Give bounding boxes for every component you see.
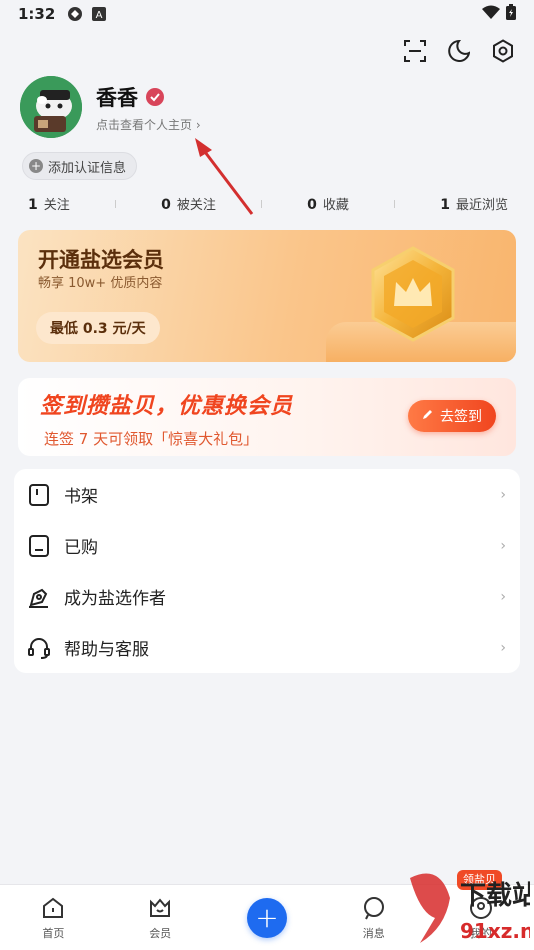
avatar[interactable] bbox=[20, 76, 82, 138]
menu-label: 成为盐选作者 bbox=[64, 589, 166, 609]
svg-text:91xz.net: 91xz.net bbox=[460, 919, 530, 943]
menu-label: 帮助与客服 bbox=[64, 640, 149, 660]
signin-title: 签到攒盐贝，优惠换会员 bbox=[40, 394, 294, 419]
signin-button-label: 去签到 bbox=[440, 409, 482, 425]
wifi-icon bbox=[482, 5, 500, 23]
purchased-icon bbox=[28, 534, 50, 557]
battery-icon bbox=[506, 4, 516, 24]
signin-promo-card[interactable]: 签到攒盐贝，优惠换会员 连签 7 天可领取「惊喜大礼包」 去签到 bbox=[18, 378, 516, 456]
bookshelf-icon bbox=[28, 483, 50, 506]
svg-text:下载站: 下载站 bbox=[460, 881, 530, 911]
verified-badge-icon bbox=[146, 88, 164, 106]
plus-icon: + bbox=[29, 159, 43, 173]
tab-vip[interactable]: 会员 bbox=[120, 895, 200, 941]
chevron-right-icon: › bbox=[500, 639, 506, 656]
svg-text:A: A bbox=[96, 10, 103, 21]
vip-price-button[interactable]: 最低 0.3 元/天 bbox=[36, 312, 160, 344]
chevron-right-icon: › bbox=[500, 537, 506, 554]
menu-list: 书架 › 已购 › 成为盐选作者 › 帮助与客服 › bbox=[14, 469, 520, 673]
menu-label: 已购 bbox=[64, 538, 98, 558]
menu-item-help[interactable]: 帮助与客服 › bbox=[14, 622, 520, 673]
tab-create[interactable]: + bbox=[227, 897, 307, 938]
headset-icon bbox=[28, 637, 50, 659]
signin-button[interactable]: 去签到 bbox=[408, 400, 496, 432]
app-notification-icon bbox=[67, 6, 83, 22]
vip-membership-card[interactable]: 开通盐选会员 畅享 10w+ 优质内容 最低 0.3 元/天 bbox=[18, 230, 516, 362]
add-certification-label: 添加认证信息 bbox=[48, 160, 127, 176]
username[interactable]: 香香 bbox=[96, 82, 138, 112]
tab-home-label: 首页 bbox=[42, 926, 65, 940]
divider bbox=[114, 199, 116, 208]
stat-followers[interactable]: 0 被关注 bbox=[161, 194, 216, 213]
scan-icon[interactable] bbox=[402, 38, 428, 64]
status-time: 1:32 bbox=[18, 5, 56, 23]
night-mode-icon[interactable] bbox=[446, 38, 472, 64]
tab-vip-label: 会员 bbox=[149, 926, 172, 940]
chevron-right-icon: › bbox=[500, 486, 506, 503]
settings-icon[interactable] bbox=[490, 38, 516, 64]
status-bar: 1:32 A bbox=[0, 0, 534, 28]
stat-following[interactable]: 1 关注 bbox=[28, 194, 70, 213]
home-icon bbox=[40, 895, 66, 921]
menu-label: 书架 bbox=[64, 487, 98, 507]
menu-item-bookshelf[interactable]: 书架 › bbox=[14, 469, 520, 520]
stat-favorites[interactable]: 0 收藏 bbox=[307, 194, 349, 213]
divider bbox=[394, 199, 396, 208]
view-homepage-link[interactable]: 点击查看个人主页 › bbox=[96, 116, 201, 133]
watermark-logo: 下载站 91xz.net bbox=[410, 873, 530, 943]
chevron-right-icon: › bbox=[500, 588, 506, 605]
message-icon bbox=[361, 895, 387, 921]
menu-item-become-author[interactable]: 成为盐选作者 › bbox=[14, 571, 520, 622]
top-toolbar bbox=[402, 38, 516, 64]
crown-badge-icon bbox=[358, 240, 468, 350]
tab-home[interactable]: 首页 bbox=[13, 895, 93, 941]
stats-row: 1 关注 0 被关注 0 收藏 1 最近浏览 bbox=[28, 194, 508, 213]
divider bbox=[261, 199, 262, 208]
vip-subtitle: 畅享 10w+ 优质内容 bbox=[38, 276, 163, 291]
stat-recent[interactable]: 1 最近浏览 bbox=[440, 194, 508, 213]
create-plus-button[interactable]: + bbox=[246, 897, 287, 938]
profile-header: 香香 点击查看个人主页 › bbox=[20, 76, 500, 146]
a-notification-icon: A bbox=[91, 6, 107, 22]
pencil-icon bbox=[422, 408, 434, 424]
vip-crown-icon bbox=[147, 895, 173, 921]
vip-title: 开通盐选会员 bbox=[38, 248, 164, 272]
signin-subtitle: 连签 7 天可领取「惊喜大礼包」 bbox=[44, 430, 259, 448]
menu-item-purchased[interactable]: 已购 › bbox=[14, 520, 520, 571]
pen-icon bbox=[28, 586, 50, 608]
tab-messages-label: 消息 bbox=[362, 926, 385, 940]
add-certification-button[interactable]: + 添加认证信息 bbox=[22, 152, 138, 180]
